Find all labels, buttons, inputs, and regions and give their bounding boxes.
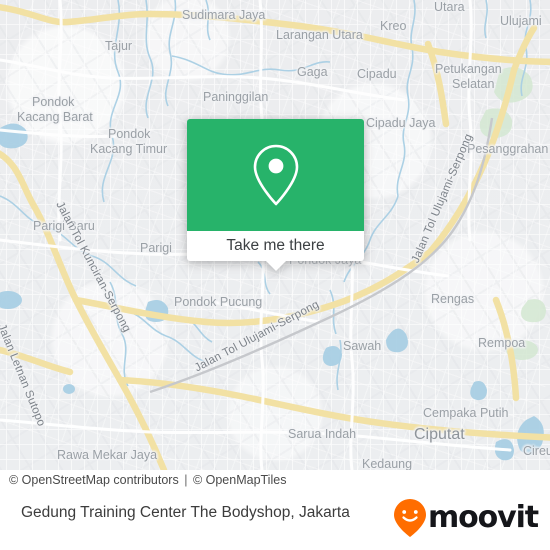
- moovit-wordmark: moovit: [427, 500, 539, 535]
- popup-cta-label: Take me there: [226, 237, 325, 254]
- map-pin-icon: [253, 144, 298, 206]
- map-screenshot: Sudimara Jaya Larangan Utara Kreo Utara Uluj…: [0, 0, 550, 550]
- popup-pointer: [264, 260, 287, 271]
- page-title: Gedung Training Center The Bodyshop, Jak…: [21, 504, 350, 521]
- popup-cta[interactable]: Take me there: [187, 231, 364, 261]
- popup-header: [187, 119, 364, 231]
- attribution-osm[interactable]: © OpenStreetMap contributors: [9, 473, 179, 487]
- moovit-logo[interactable]: moovit: [393, 498, 539, 538]
- map-attribution: © OpenStreetMap contributors | © OpenMap…: [9, 473, 286, 487]
- attribution-separator: |: [184, 473, 188, 487]
- location-popup-card[interactable]: Take me there: [187, 119, 364, 271]
- attribution-openmaptiles[interactable]: © OpenMapTiles: [193, 473, 287, 487]
- moovit-pin-icon: [393, 499, 426, 537]
- map-canvas[interactable]: Sudimara Jaya Larangan Utara Kreo Utara Uluj…: [0, 0, 550, 470]
